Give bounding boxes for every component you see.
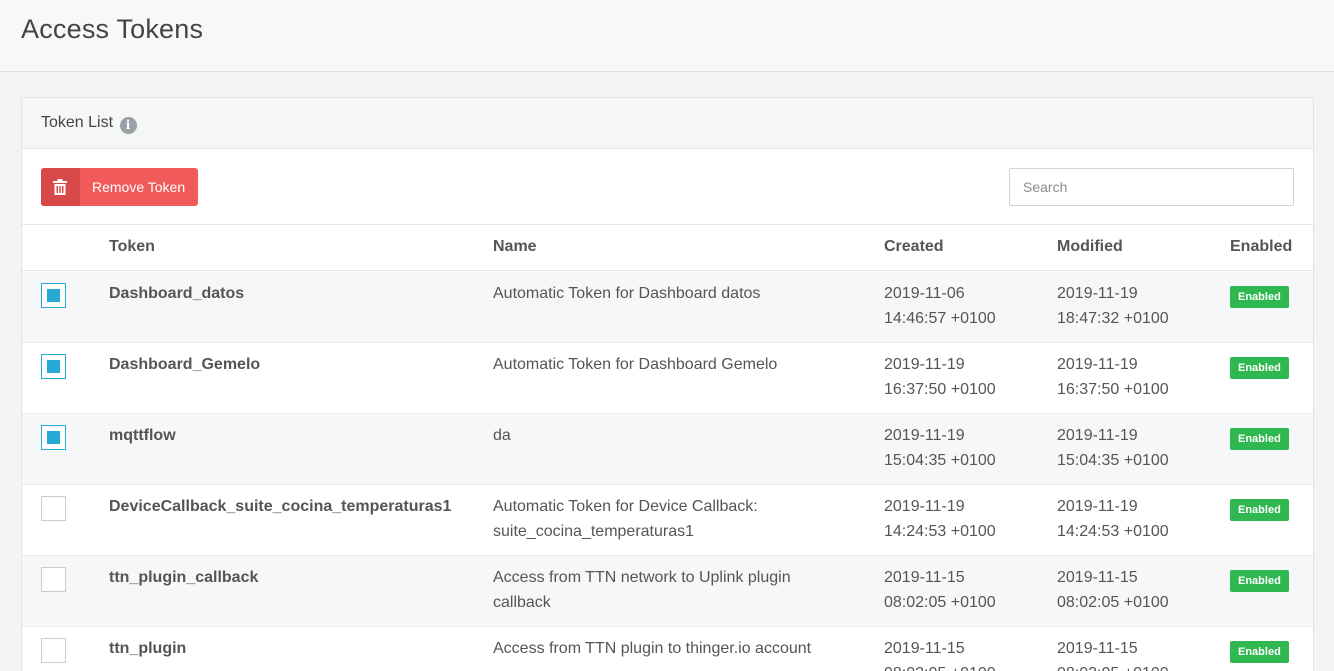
remove-token-button[interactable]: Remove Token [41, 168, 198, 206]
created-date: 2019-11-06 [884, 285, 965, 302]
search-input[interactable] [1009, 168, 1294, 206]
modified-date: 2019-11-19 [1057, 356, 1138, 373]
created-date: 2019-11-19 [884, 427, 965, 444]
column-header-enabled[interactable]: Enabled [1230, 238, 1292, 256]
column-header-name[interactable]: Name [493, 238, 537, 256]
page-title: Access Tokens [21, 14, 204, 44]
table-row[interactable]: ttn_plugin_callback Access from TTN netwo… [22, 556, 1313, 627]
table-row[interactable]: Dashboard_datos Automatic Token for Dashb… [22, 272, 1313, 343]
created-time: 16:37:50 +0100 [884, 381, 996, 398]
token-description: Automatic Token for Dashboard datos [493, 285, 761, 302]
created-time: 08:02:05 +0100 [884, 594, 996, 611]
panel-title: Token List i [41, 114, 137, 134]
status-badge: Enabled [1230, 641, 1289, 663]
remove-token-label: Remove Token [92, 179, 186, 195]
token-name-link[interactable]: Dashboard_Gemelo [109, 356, 260, 374]
created-date: 2019-11-15 [884, 569, 965, 586]
modified-cell: 2019-11-19 15:04:35 +0100 [1057, 423, 1169, 473]
status-badge: Enabled [1230, 570, 1289, 592]
created-time: 08:02:05 +0100 [884, 661, 996, 671]
page-header: Access Tokens [0, 0, 1334, 72]
token-name-link[interactable]: ttn_plugin_callback [109, 569, 258, 587]
token-description: da [493, 427, 511, 444]
status-badge: Enabled [1230, 428, 1289, 450]
panel-heading: Token List i [22, 98, 1313, 149]
created-date: 2019-11-15 [884, 640, 965, 657]
row-checkbox[interactable] [41, 638, 66, 663]
created-date: 2019-11-19 [884, 356, 965, 373]
modified-time: 18:47:32 +0100 [1057, 310, 1169, 327]
column-header-modified[interactable]: Modified [1057, 238, 1123, 256]
row-checkbox[interactable] [41, 354, 66, 379]
created-time: 15:04:35 +0100 [884, 452, 996, 469]
modified-date: 2019-11-15 [1057, 640, 1138, 657]
row-checkbox[interactable] [41, 567, 66, 592]
token-name-link[interactable]: DeviceCallback_suite_cocina_temperaturas… [109, 498, 451, 516]
created-cell: 2019-11-19 14:24:53 +0100 [884, 494, 996, 544]
modified-time: 14:24:53 +0100 [1057, 523, 1169, 540]
table-row[interactable]: ttn_plugin Access from TTN plugin to thin… [22, 627, 1313, 671]
modified-time: 16:37:50 +0100 [1057, 381, 1169, 398]
modified-cell: 2019-11-19 18:47:32 +0100 [1057, 281, 1169, 331]
created-date: 2019-11-19 [884, 498, 965, 515]
modified-date: 2019-11-19 [1057, 498, 1138, 515]
modified-cell: 2019-11-19 14:24:53 +0100 [1057, 494, 1169, 544]
trash-icon [41, 168, 80, 206]
token-name-link[interactable]: ttn_plugin [109, 640, 186, 658]
row-checkbox[interactable] [41, 283, 66, 308]
modified-cell: 2019-11-19 16:37:50 +0100 [1057, 352, 1169, 402]
token-name-link[interactable]: mqttflow [109, 427, 176, 445]
info-icon[interactable]: i [119, 117, 137, 134]
created-cell: 2019-11-19 15:04:35 +0100 [884, 423, 996, 473]
column-header-token[interactable]: Token [109, 238, 155, 256]
row-checkbox[interactable] [41, 425, 66, 450]
modified-date: 2019-11-19 [1057, 285, 1138, 302]
token-description: Access from TTN plugin to thinger.io acc… [493, 640, 812, 657]
table-row[interactable]: DeviceCallback_suite_cocina_temperaturas… [22, 485, 1313, 556]
column-header-created[interactable]: Created [884, 238, 944, 256]
table-row[interactable]: mqttflow da 2019-11-19 15:04:35 +0100 2019-1… [22, 414, 1313, 485]
row-checkbox[interactable] [41, 496, 66, 521]
created-time: 14:46:57 +0100 [884, 310, 996, 327]
modified-cell: 2019-11-15 08:02:05 +0100 [1057, 565, 1169, 615]
status-badge: Enabled [1230, 357, 1289, 379]
table-header: Token Name Created Modified Enabled [22, 225, 1313, 271]
created-time: 14:24:53 +0100 [884, 523, 996, 540]
modified-time: 08:02:05 +0100 [1057, 594, 1169, 611]
modified-date: 2019-11-19 [1057, 427, 1138, 444]
status-badge: Enabled [1230, 286, 1289, 308]
modified-time: 08:02:05 +0100 [1057, 661, 1169, 671]
token-name-link[interactable]: Dashboard_datos [109, 285, 244, 303]
modified-cell: 2019-11-15 08:02:05 +0100 [1057, 636, 1169, 671]
token-description: Access from TTN network to Uplink plugin… [493, 569, 791, 611]
modified-date: 2019-11-15 [1057, 569, 1138, 586]
table-row[interactable]: Dashboard_Gemelo Automatic Token for Dash… [22, 343, 1313, 414]
token-description: Automatic Token for Device Callback: sui… [493, 498, 758, 540]
status-badge: Enabled [1230, 499, 1289, 521]
modified-time: 15:04:35 +0100 [1057, 452, 1169, 469]
created-cell: 2019-11-19 16:37:50 +0100 [884, 352, 996, 402]
token-list-panel: Token List i Remove Token Token Name Cre… [21, 97, 1314, 671]
panel-title-text: Token List [41, 114, 114, 131]
created-cell: 2019-11-06 14:46:57 +0100 [884, 281, 996, 331]
created-cell: 2019-11-15 08:02:05 +0100 [884, 565, 996, 615]
token-description: Automatic Token for Dashboard Gemelo [493, 356, 778, 373]
created-cell: 2019-11-15 08:02:05 +0100 [884, 636, 996, 671]
